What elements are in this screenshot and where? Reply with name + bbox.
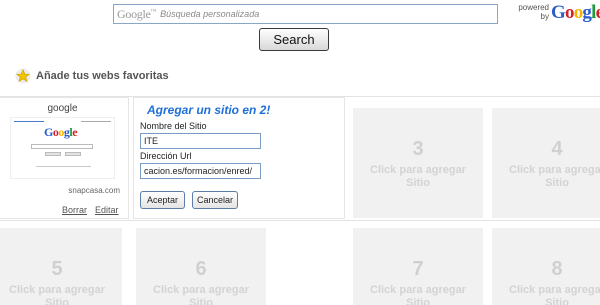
- site-tile-url: snapcasa.com: [68, 186, 120, 195]
- accept-button[interactable]: Aceptar: [140, 191, 185, 209]
- favorites-heading: Añade tus webs favoritas: [15, 68, 169, 84]
- slot-number: 3: [412, 138, 424, 160]
- add-site-slot[interactable]: 4 Click para agregar Sitio: [492, 108, 600, 218]
- site-tile-title: google: [47, 103, 78, 114]
- site-thumbnail[interactable]: Google: [10, 117, 115, 179]
- slot-text: Click para agregar Sitio: [509, 284, 600, 305]
- star-icon: [15, 68, 31, 84]
- add-site-title: Agregar un sitio en 2!: [147, 103, 271, 117]
- google-mini-logo: Google™: [117, 6, 157, 21]
- search-button[interactable]: Search: [259, 28, 329, 51]
- powered-by-text: powered by: [518, 3, 549, 21]
- slot-number: 8: [551, 258, 563, 280]
- search-placeholder: Búsqueda personalizada: [160, 9, 260, 19]
- slot-number: 4: [551, 138, 563, 160]
- add-site-slot[interactable]: 5 Click para agregar Sitio: [0, 228, 122, 305]
- site-url-label: Dirección Url: [140, 151, 192, 161]
- site-name-field[interactable]: ITE: [140, 133, 261, 149]
- search-input[interactable]: Google™ Búsqueda personalizada: [113, 4, 498, 24]
- add-site-slot[interactable]: 8 Click para agregar Sitio: [492, 228, 600, 305]
- slot-text: Click para agregar Sitio: [370, 284, 466, 305]
- add-site-slot[interactable]: 6 Click para agregar Sitio: [136, 228, 266, 305]
- slot-text: Click para agregar Sitio: [509, 164, 600, 189]
- slot-number: 7: [412, 258, 424, 280]
- google-logo: Google: [551, 2, 600, 23]
- add-site-slot[interactable]: 7 Click para agregar Sitio: [353, 228, 483, 305]
- slot-number: 6: [195, 258, 207, 280]
- grid-divider: [0, 220, 600, 221]
- slot-text: Click para agregar Sitio: [9, 284, 105, 305]
- slot-number: 5: [51, 258, 63, 280]
- site-url-field[interactable]: cacion.es/formacion/enred/: [140, 163, 261, 179]
- thumbnail-google-logo: Google: [44, 125, 78, 139]
- add-site-slot[interactable]: 3 Click para agregar Sitio: [353, 108, 483, 218]
- edit-link[interactable]: Editar: [95, 205, 119, 215]
- favorites-title: Añade tus webs favoritas: [36, 70, 169, 82]
- delete-link[interactable]: Borrar: [62, 205, 87, 215]
- slot-text: Click para agregar Sitio: [370, 164, 466, 189]
- powered-by-google: powered by Google: [515, 2, 600, 26]
- slot-text: Click para agregar Sitio: [153, 284, 249, 305]
- cancel-button[interactable]: Cancelar: [192, 191, 238, 209]
- site-name-label: Nombre del Sitio: [140, 121, 207, 131]
